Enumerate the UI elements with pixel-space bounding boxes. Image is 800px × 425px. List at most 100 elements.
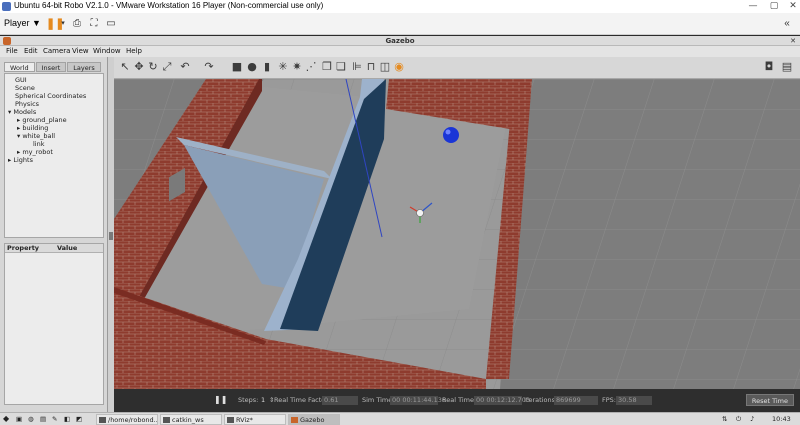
send-ctrl-alt-del-icon[interactable]: ⎙ (70, 16, 84, 32)
rotate-icon[interactable]: ↻ (146, 60, 160, 74)
robot-marker[interactable] (416, 209, 424, 217)
scale-icon[interactable]: ⤢ (160, 60, 174, 74)
network-icon[interactable]: ⇅ (722, 413, 727, 425)
paste-icon[interactable]: ❏ (334, 60, 348, 74)
cylinder-icon[interactable]: ▮ (260, 60, 274, 74)
gazebo-logo-icon (291, 417, 298, 423)
task-catkin-ws[interactable]: catkin_ws (160, 414, 222, 425)
directional-light-icon[interactable]: ⋰ (304, 60, 318, 74)
maximize-icon[interactable]: ▢ (765, 0, 783, 13)
redo-icon[interactable]: ↷ (202, 60, 216, 74)
terminal-icon (99, 417, 106, 423)
gazebo-title-bar: Gazebo ✕ (0, 36, 800, 46)
chevron-down-icon[interactable]: ▾ (59, 16, 67, 32)
steps-label: Steps: (238, 396, 259, 404)
tree-item-spherical[interactable]: Spherical Coordinates (15, 92, 86, 100)
menu-file[interactable]: File (6, 46, 18, 57)
change-view-icon[interactable]: ◫ (378, 60, 392, 74)
file-manager-icon[interactable]: ▣ (16, 413, 22, 425)
terminal-icon[interactable]: ▤ (40, 413, 46, 425)
vm-window-title: Ubuntu 64-bit Robo V2.1.0 - VMware Works… (14, 1, 324, 10)
tab-insert[interactable]: Insert (35, 62, 67, 72)
property-column-header: Property (7, 244, 40, 252)
player-menu[interactable]: Player ▼ (4, 18, 41, 28)
browser-icon[interactable]: ◍ (28, 413, 34, 425)
reset-time-button[interactable]: Reset Time (745, 394, 794, 406)
select-arrow-icon[interactable]: ↖ (118, 60, 132, 74)
minimize-icon[interactable]: — (744, 0, 762, 13)
scene-viewport[interactable] (114, 79, 800, 389)
translate-icon[interactable]: ✥ (132, 60, 146, 74)
tree-item-models[interactable]: ▾ Models (8, 108, 36, 116)
ubuntu-taskbar: ◆ ▣ ◍ ▤ ✎ ◧ ◩ /home/robond... catkin_ws … (0, 412, 800, 425)
app-icon[interactable]: ◧ (64, 413, 70, 425)
copy-icon[interactable]: ❐ (320, 60, 334, 74)
steps-value[interactable]: 1 (261, 396, 265, 405)
menu-edit[interactable]: Edit (24, 46, 38, 57)
volume-icon[interactable]: ♪ (750, 413, 754, 425)
tab-layers[interactable]: Layers (67, 62, 101, 72)
play-pause-icon[interactable]: ❚❚ (214, 395, 227, 404)
real-time-label: Real Time: (442, 396, 477, 404)
expanded-arrow-icon[interactable]: ▾ (8, 108, 11, 116)
tree-item-building[interactable]: ▸ building (17, 124, 48, 132)
task-gazebo[interactable]: Gazebo (288, 414, 340, 425)
tree-item-link[interactable]: link (33, 140, 45, 148)
tab-world[interactable]: World (4, 62, 35, 72)
start-menu-icon[interactable]: ◆ (3, 413, 9, 425)
gazebo-close-icon[interactable]: ✕ (790, 36, 796, 46)
collapsed-arrow-icon[interactable]: ▸ (17, 124, 20, 132)
iterations-value: 869699 (554, 396, 598, 405)
box-icon[interactable]: ■ (230, 60, 244, 74)
ball-highlight (445, 129, 451, 135)
menu-view[interactable]: View (72, 46, 89, 57)
property-header: Property Value (5, 244, 103, 253)
editor-icon[interactable]: ✎ (52, 413, 57, 425)
point-light-icon[interactable]: ✳ (276, 60, 290, 74)
menu-camera[interactable]: Camera (43, 46, 70, 57)
world-tree: GUI Scene Spherical Coordinates Physics … (4, 73, 104, 238)
tree-item-scene[interactable]: Scene (15, 84, 35, 92)
splitter-handle[interactable] (109, 232, 113, 240)
value-column-header: Value (57, 244, 78, 252)
undo-icon[interactable]: ↶ (178, 60, 192, 74)
spot-light-icon[interactable]: ✷ (290, 60, 304, 74)
collapsed-arrow-icon[interactable]: ▸ (17, 116, 20, 124)
collapse-icon[interactable]: « (780, 16, 794, 32)
task-rviz[interactable]: RViz* (224, 414, 286, 425)
fit-guest-icon[interactable]: ⛶ (87, 16, 101, 32)
fps-value: 30.58 (616, 396, 652, 405)
iterations-label: Iterations: (524, 396, 558, 404)
snap-icon[interactable]: ⊓ (364, 60, 378, 74)
tree-item-lights[interactable]: ▸ Lights (8, 156, 33, 164)
simulation-status-bar: ❚❚ Steps: 1 ⇕ Real Time Factor: 0.61 Sim… (114, 389, 800, 412)
record-log-icon[interactable]: ▤ (780, 60, 794, 74)
app-icon[interactable]: ◩ (76, 413, 82, 425)
sphere-icon[interactable]: ● (245, 60, 259, 74)
unity-icon[interactable]: ▭ (104, 16, 118, 32)
align-icon[interactable]: ⊫ (350, 60, 364, 74)
tree-item-my-robot[interactable]: ▸ my_robot (17, 148, 53, 156)
menu-help[interactable]: Help (126, 46, 142, 57)
close-icon[interactable]: ✕ (784, 0, 800, 13)
collapsed-arrow-icon[interactable]: ▸ (8, 156, 11, 164)
task-terminal[interactable]: /home/robond... (96, 414, 158, 425)
rviz-icon (227, 417, 234, 423)
menu-window[interactable]: Window (93, 46, 121, 57)
expanded-arrow-icon[interactable]: ▾ (17, 132, 20, 140)
joint-icon[interactable]: ◉ (392, 60, 406, 74)
tree-item-ground-plane[interactable]: ▸ ground_plane (17, 116, 67, 124)
clock[interactable]: 10:43 (772, 413, 791, 425)
blue-ball[interactable] (443, 127, 459, 143)
gazebo-menu-bar: File Edit Camera View Window Help (0, 46, 800, 57)
gazebo-toolbar: ↖ ✥ ↻ ⤢ ↶ ↷ ■ ● ▮ ✳ ✷ ⋰ ❐ ❏ ⊫ ⊓ ◫ ◉ ◘ ▤ (114, 57, 800, 79)
scene-render[interactable] (114, 79, 800, 389)
tree-item-gui[interactable]: GUI (15, 76, 27, 84)
tree-item-white-ball[interactable]: ▾ white_ball (17, 132, 55, 140)
collapsed-arrow-icon[interactable]: ▸ (17, 148, 20, 156)
pause-icon[interactable]: ❚❚ (46, 16, 64, 32)
real-time-value: 00 00:12:12.703 (474, 396, 531, 405)
tree-item-physics[interactable]: Physics (15, 100, 39, 108)
power-icon[interactable]: ⏻ (736, 413, 741, 425)
screenshot-icon[interactable]: ◘ (762, 60, 776, 74)
